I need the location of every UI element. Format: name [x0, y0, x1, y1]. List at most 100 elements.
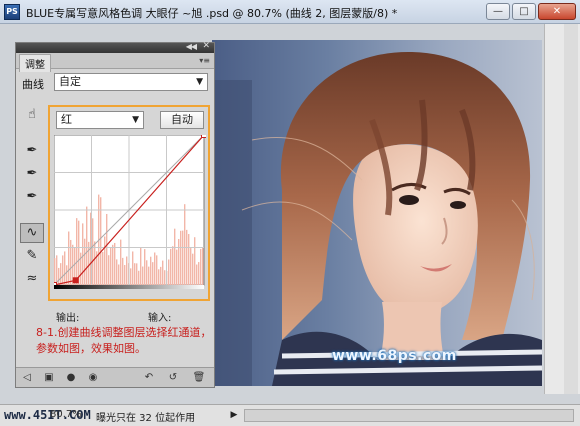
- portrait-photo: [212, 40, 542, 386]
- histogram-bar: [70, 239, 72, 285]
- preset-row: 曲线 自定 ▼: [22, 73, 208, 93]
- histogram-bar: [124, 265, 126, 285]
- histogram-bar: [186, 229, 188, 285]
- collapse-icon[interactable]: ◀◀: [186, 42, 197, 51]
- vertical-scrollbar[interactable]: [544, 24, 580, 394]
- status-bar: www.45IT.COM 80.7% 曝光只在 32 位起作用 ▶: [0, 404, 580, 426]
- histogram-bar: [174, 228, 176, 285]
- curve-tools: ☝ ✒ ✒ ✒ ∿ ✎ ≈: [20, 105, 48, 292]
- histogram-bar: [150, 256, 152, 285]
- histogram-bar: [132, 251, 134, 285]
- histogram-bar: [130, 268, 132, 285]
- histogram-bar: [156, 255, 158, 285]
- histogram-bar: [172, 246, 174, 285]
- histogram-bar: [136, 263, 138, 285]
- panel-header-bar: ◀◀ ✕: [16, 41, 214, 53]
- expand-view-icon[interactable]: ▣: [42, 371, 56, 384]
- tab-adjustments[interactable]: 调整: [19, 54, 51, 72]
- gray-eyedropper-icon[interactable]: ✒: [20, 164, 44, 184]
- histogram-bar: [64, 251, 66, 285]
- histogram-bar: [184, 204, 186, 285]
- histogram-bar: [58, 267, 60, 285]
- panel-tab-bar: 调整 ▾≡: [16, 53, 214, 72]
- auto-button[interactable]: 自动: [160, 111, 204, 129]
- trash-icon[interactable]: 🗑: [192, 371, 206, 384]
- histogram-bar: [162, 260, 164, 285]
- close-button[interactable]: ✕: [538, 3, 576, 20]
- channel-value: 红: [61, 113, 72, 126]
- histogram-bar: [56, 255, 58, 285]
- back-arrow-icon[interactable]: ◁: [20, 371, 34, 384]
- histogram-bar: [116, 259, 118, 285]
- minimize-button[interactable]: —: [486, 3, 510, 20]
- histogram-bar: [190, 248, 192, 285]
- maximize-button[interactable]: □: [512, 3, 536, 20]
- window-controls: — □ ✕: [486, 3, 576, 20]
- histogram-bar: [120, 239, 122, 285]
- histogram-bar: [114, 242, 116, 285]
- status-menu-icon[interactable]: ▶: [228, 408, 240, 422]
- scroll-track[interactable]: [564, 24, 578, 394]
- curve-control-point[interactable]: [201, 135, 207, 138]
- preset-value: 自定: [59, 75, 81, 88]
- histogram-bar: [170, 248, 172, 285]
- smooth-icon[interactable]: ≈: [20, 269, 44, 289]
- previous-state-icon[interactable]: ↶: [142, 371, 156, 384]
- histogram-bar: [138, 270, 140, 285]
- histogram-bar: [92, 218, 94, 285]
- io-row: 输出: 输入:: [56, 309, 206, 324]
- histogram-bar: [82, 223, 84, 285]
- histogram-bar: [118, 264, 120, 285]
- histogram-bar: [134, 263, 136, 285]
- histogram-bar: [102, 251, 104, 285]
- histogram-bar: [182, 230, 184, 285]
- panel-menu-icon[interactable]: ▾≡: [199, 56, 210, 65]
- instruction-note: 8-1.创建曲线调整图层选择红通道，参数如图，效果如图。: [36, 326, 212, 355]
- histogram-bar: [160, 266, 162, 285]
- photo-canvas[interactable]: [212, 40, 542, 386]
- histogram-bar: [152, 262, 154, 285]
- histogram-bar: [108, 255, 110, 285]
- curve-graph[interactable]: [54, 135, 206, 289]
- clip-layer-icon[interactable]: ●: [64, 371, 78, 384]
- histogram-bar: [62, 255, 64, 285]
- panel-close-icon[interactable]: ✕: [202, 41, 210, 51]
- photoshop-app-icon: PS: [4, 4, 20, 20]
- output-label: 输出:: [56, 313, 80, 324]
- reset-icon[interactable]: ↺: [166, 371, 180, 384]
- histogram-bar: [168, 259, 170, 285]
- black-eyedropper-icon[interactable]: ✒: [20, 141, 44, 161]
- site-watermark: www.68ps.com: [332, 348, 457, 364]
- histogram-bar: [142, 266, 144, 285]
- histogram-bar: [68, 231, 70, 285]
- zoom-level[interactable]: 80.7%: [50, 409, 82, 420]
- hand-target-icon[interactable]: ☝: [20, 105, 44, 125]
- histogram-bar: [188, 234, 190, 285]
- curve-control-point[interactable]: [72, 277, 79, 284]
- curves-editor: 红 ▼ 自动: [48, 105, 210, 301]
- visibility-icon[interactable]: ◉: [86, 371, 100, 384]
- histogram-bar: [178, 238, 180, 285]
- chevron-down-icon: ▼: [132, 115, 139, 125]
- histogram-bar: [196, 264, 198, 285]
- histogram-bar: [164, 270, 166, 285]
- curve-point-icon[interactable]: ∿: [20, 223, 44, 243]
- histogram-bar: [122, 257, 124, 285]
- pencil-icon[interactable]: ✎: [20, 246, 44, 266]
- histogram-bar: [140, 247, 142, 285]
- histogram-bar: [202, 247, 204, 285]
- histogram-bar: [194, 237, 196, 285]
- channel-dropdown[interactable]: 红 ▼: [56, 111, 144, 129]
- chevron-down-icon: ▼: [196, 77, 203, 87]
- histogram-bar: [148, 266, 150, 285]
- histogram-bar: [106, 213, 108, 285]
- preset-dropdown[interactable]: 自定 ▼: [54, 73, 208, 91]
- panel-footer: ◁ ▣ ● ◉ ↶ ↺ 🗑: [16, 367, 214, 387]
- horizontal-scrollbar[interactable]: [244, 409, 574, 422]
- histogram-bar: [176, 249, 178, 285]
- histogram-bar: [126, 256, 128, 285]
- histogram-bar: [146, 260, 148, 285]
- histogram-bar: [60, 263, 62, 285]
- white-eyedropper-icon[interactable]: ✒: [20, 187, 44, 207]
- histogram-bar: [84, 238, 86, 285]
